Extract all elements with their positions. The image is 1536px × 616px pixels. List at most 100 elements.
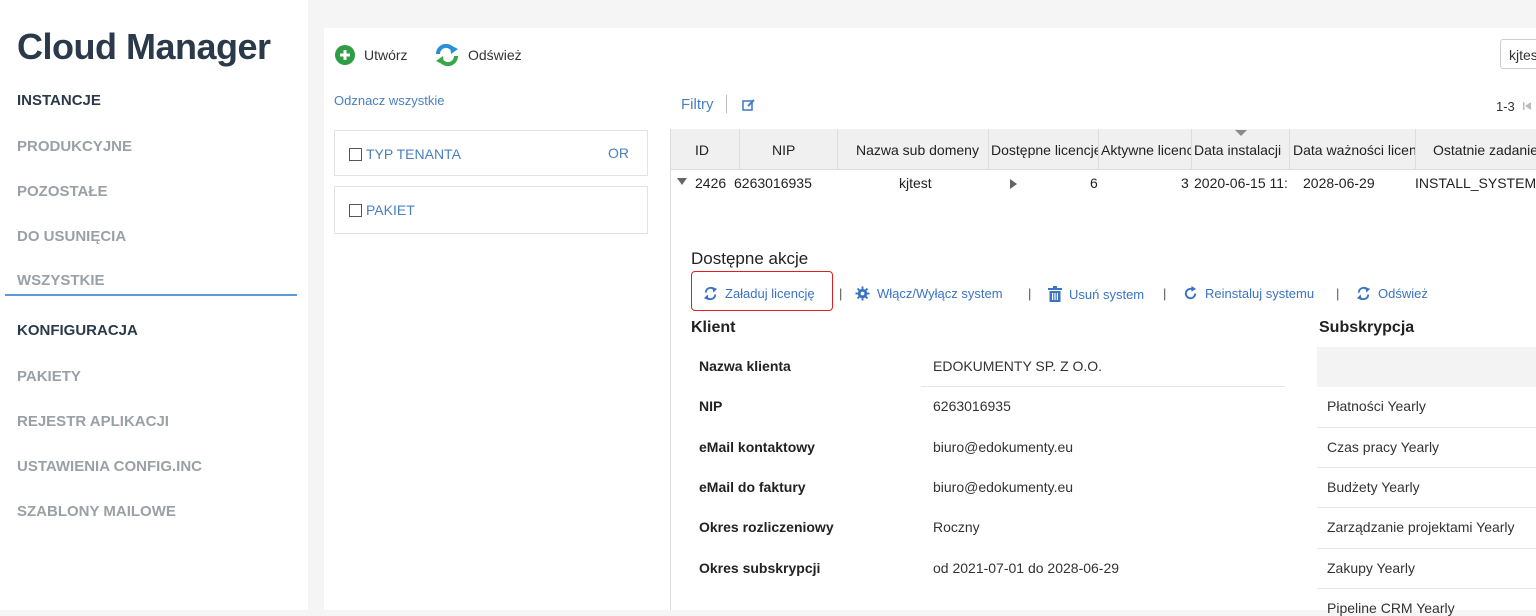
cell-install-date[interactable]: 2020-06-15 11: xyxy=(1194,175,1289,191)
load-license-action[interactable]: Załaduj licencję xyxy=(703,286,815,301)
separator: | xyxy=(839,286,843,301)
subscription-title: Subskrypcja xyxy=(1319,319,1415,336)
uncheck-all-link[interactable]: Odznacz wszystkie xyxy=(334,93,445,108)
or-toggle[interactable]: OR xyxy=(608,145,629,161)
nav-section-konfiguracja[interactable]: KONFIGURACJA xyxy=(17,322,138,339)
divider xyxy=(921,386,1285,387)
col-header-last-task[interactable]: Ostatnie zadanie xyxy=(1433,142,1536,158)
divider xyxy=(1317,588,1536,589)
separator: | xyxy=(1336,286,1340,301)
checkbox-icon xyxy=(349,203,362,217)
divider xyxy=(1317,427,1536,428)
subscription-table-header xyxy=(1317,347,1536,387)
nav-item-wszystkie[interactable]: WSZYSTKIE xyxy=(17,272,105,289)
divider xyxy=(1317,507,1536,508)
first-page-icon[interactable] xyxy=(1522,101,1532,111)
nav-item-ustawienia-config[interactable]: USTAWIENIA CONFIG.INC xyxy=(17,458,202,475)
sidebar: Cloud Manager INSTANCJE PRODUKCYJNE POZO… xyxy=(0,0,308,610)
filter-tenant-type: TYP TENANTA OR xyxy=(334,130,648,176)
cell-available[interactable]: 6 xyxy=(1090,175,1098,191)
subscription-item: Czas pracy Yearly xyxy=(1327,439,1440,455)
refresh-icon xyxy=(435,44,459,66)
separator: | xyxy=(1163,286,1167,301)
filter-package-checkbox[interactable]: PAKIET xyxy=(349,202,415,218)
col-header-nip[interactable]: NIP xyxy=(772,142,795,158)
edit-icon[interactable] xyxy=(742,98,756,112)
subscription-item: Budżety Yearly xyxy=(1327,479,1420,495)
cell-subdomain[interactable]: kjtest xyxy=(899,175,932,191)
client-nip-label: NIP xyxy=(699,398,723,414)
client-name-value: EDOKUMENTY SP. Z O.O. xyxy=(933,358,1103,374)
redo-icon xyxy=(1184,286,1197,300)
pager-range: 1-3 xyxy=(1496,99,1515,114)
divider xyxy=(1317,467,1536,468)
toggle-system-action[interactable]: Włącz/Wyłącz system xyxy=(855,286,1003,301)
divider xyxy=(726,95,727,113)
plus-circle-icon xyxy=(335,45,355,65)
col-header-install-date[interactable]: Data instalacji xyxy=(1194,142,1289,158)
divider xyxy=(1415,129,1416,169)
toggle-system-label: Włącz/Wyłącz system xyxy=(877,286,1003,301)
refresh-action-label: Odśwież xyxy=(1378,286,1428,301)
filter-tenant-type-checkbox[interactable]: TYP TENANTA xyxy=(349,146,461,162)
subscription-item: Płatności Yearly xyxy=(1327,398,1426,414)
cell-active[interactable]: 3 xyxy=(1181,175,1189,191)
divider xyxy=(1289,129,1290,169)
refresh-button[interactable]: Odśwież xyxy=(434,44,522,66)
filters-link[interactable]: Filtry xyxy=(681,96,714,113)
nav-item-pozostale[interactable]: POZOSTAŁE xyxy=(17,183,108,200)
cell-expiry[interactable]: 2028-06-29 xyxy=(1303,175,1375,191)
client-name-label: Nazwa klienta xyxy=(699,358,791,374)
create-button[interactable]: Utwórz xyxy=(334,44,408,66)
actions-title: Dostępne akcje xyxy=(691,249,809,268)
nav-item-rejestr-aplikacji[interactable]: REJESTR APLIKACJI xyxy=(17,413,169,430)
cell-last-task[interactable]: INSTALL_SYSTEM xyxy=(1415,175,1536,191)
client-invoice-email-value: biuro@edokumenty.eu xyxy=(933,479,1074,495)
sort-desc-icon xyxy=(1235,130,1247,136)
col-header-expiry[interactable]: Data ważności licencji xyxy=(1293,142,1415,158)
client-title: Klient xyxy=(691,319,736,336)
active-nav-underline xyxy=(5,294,297,296)
nav-item-szablony-mailowe[interactable]: SZABLONY MAILOWE xyxy=(17,503,176,520)
delete-system-action[interactable]: Usuń system xyxy=(1048,286,1144,302)
subscription-item: Pipeline CRM Yearly xyxy=(1327,600,1455,616)
reinstall-action[interactable]: Reinstaluj systemu xyxy=(1183,286,1314,301)
app-title: Cloud Manager xyxy=(17,26,271,67)
subscription-item: Zarządzanie projektami Yearly xyxy=(1327,519,1515,535)
cell-nip[interactable]: 6263016935 xyxy=(734,175,812,191)
client-email-value: biuro@edokumenty.eu xyxy=(933,439,1074,455)
caret-right-icon[interactable] xyxy=(1010,179,1017,189)
divider xyxy=(1098,129,1099,169)
subscription-item: Zakupy Yearly xyxy=(1327,560,1415,576)
divider xyxy=(837,129,838,169)
load-license-label: Załaduj licencję xyxy=(725,286,815,301)
row-expand-icon[interactable] xyxy=(677,178,687,186)
divider xyxy=(739,129,740,169)
col-header-subdomain[interactable]: Nazwa sub domeny xyxy=(856,142,979,158)
separator: | xyxy=(1028,286,1032,301)
nav-item-pakiety[interactable]: PAKIETY xyxy=(17,368,81,385)
col-header-active[interactable]: Aktywne licencje xyxy=(1101,142,1191,158)
cell-id[interactable]: 2426 xyxy=(695,175,726,191)
gear-icon xyxy=(855,286,870,301)
filter-package-label: PAKIET xyxy=(366,202,415,218)
client-subscription-label: Okres subskrypcji xyxy=(699,560,821,576)
refresh-icon xyxy=(1356,286,1371,301)
main-panel: Utwórz Odśwież kjtes Odznacz wszystkie T… xyxy=(324,28,1536,616)
col-header-available[interactable]: Dostępne licencje xyxy=(991,142,1098,158)
checkbox-icon xyxy=(349,147,362,161)
search-input[interactable]: kjtes xyxy=(1500,39,1536,69)
nav-section-instancje[interactable]: INSTANCJE xyxy=(17,92,101,109)
create-label: Utwórz xyxy=(364,47,408,63)
nav-item-produkcyjne[interactable]: PRODUKCYJNE xyxy=(17,138,132,155)
reinstall-label: Reinstaluj systemu xyxy=(1205,286,1315,301)
client-invoice-email-label: eMail do faktury xyxy=(699,479,806,495)
divider xyxy=(988,129,989,169)
grid-header: ID NIP Nazwa sub domeny Dostępne licencj… xyxy=(671,129,1536,170)
refresh-action[interactable]: Odśwież xyxy=(1356,286,1428,301)
col-header-id[interactable]: ID xyxy=(695,142,709,158)
client-period-value: Roczny xyxy=(933,519,980,535)
client-period-label: Okres rozliczeniowy xyxy=(699,519,834,535)
instances-grid: ID NIP Nazwa sub domeny Dostępne licencj… xyxy=(670,129,1536,616)
nav-item-do-usuniecia[interactable]: DO USUNIĘCIA xyxy=(17,228,126,245)
